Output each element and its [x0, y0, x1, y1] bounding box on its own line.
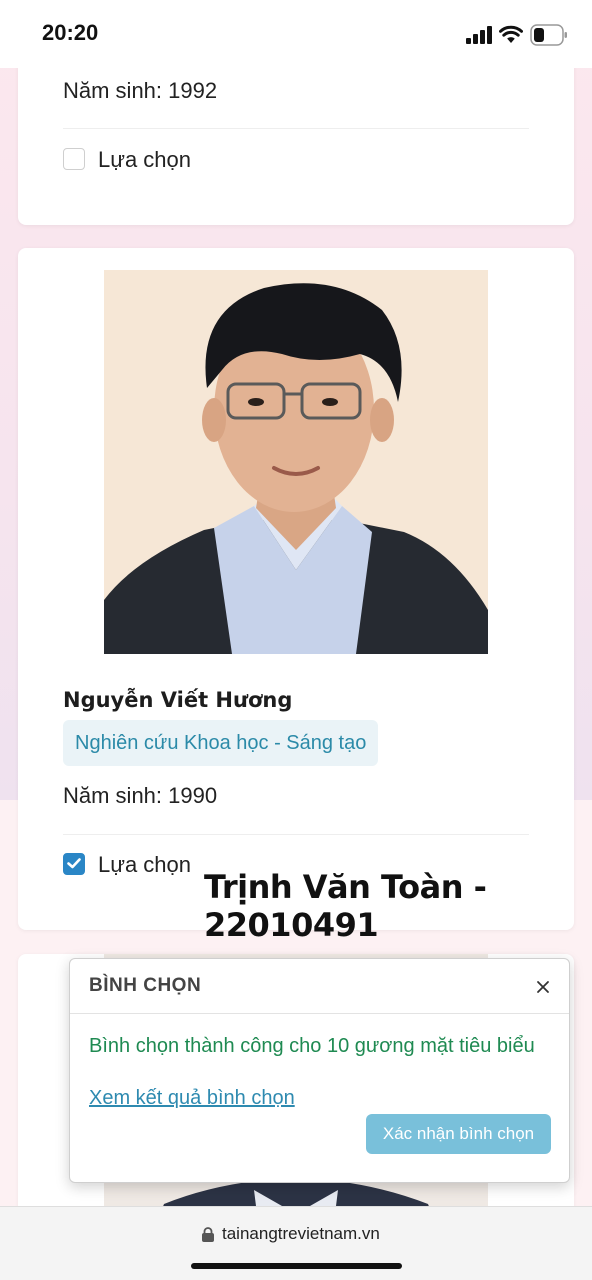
- close-icon[interactable]: [533, 977, 553, 997]
- battery-icon: [530, 24, 567, 46]
- wifi-icon: [499, 25, 523, 43]
- cellular-signal-icon: [466, 26, 492, 44]
- select-checkbox[interactable]: [63, 148, 85, 170]
- candidate-photo: [104, 270, 488, 654]
- birth-year: Năm sinh: 1990: [63, 783, 218, 808]
- select-checkbox-label[interactable]: Lựa chọn: [98, 852, 191, 878]
- status-bar: 20:20: [0, 0, 592, 68]
- confirm-vote-button[interactable]: Xác nhận bình chọn: [366, 1114, 551, 1154]
- divider: [63, 128, 529, 129]
- candidate-card: Nguyễn Viết Hương Nghiên cứu Khoa học - …: [18, 248, 574, 944]
- birth-year: Năm sinh: 1992: [63, 78, 218, 103]
- modal-header: BÌNH CHỌN: [70, 959, 569, 1014]
- modal-title: BÌNH CHỌN: [89, 975, 202, 996]
- candidate-name: Nguyễn Viết Hương: [63, 688, 293, 712]
- vote-modal: BÌNH CHỌN Bình chọn thành công cho 10 gư…: [69, 958, 570, 1183]
- home-indicator[interactable]: [191, 1263, 402, 1269]
- overlay-caption: Trịnh Văn Toàn - 22010491: [204, 868, 487, 944]
- browser-address-bar[interactable]: tainangtrevietnam.vn: [0, 1206, 592, 1280]
- category-tag: Nghiên cứu Khoa học - Sáng tạo: [63, 720, 379, 766]
- success-message: Bình chọn thành công cho 10 gương mặt ti…: [89, 1035, 535, 1057]
- divider: [63, 834, 529, 835]
- view-results-link[interactable]: Xem kết quả bình chọn: [89, 1087, 295, 1110]
- checkmark-icon: [67, 858, 81, 869]
- status-time: 20:20: [42, 20, 99, 45]
- select-checkbox[interactable]: [63, 853, 85, 875]
- select-checkbox-label[interactable]: Lựa chọn: [98, 147, 191, 173]
- page-url[interactable]: tainangtrevietnam.vn: [222, 1224, 380, 1244]
- lock-icon: [202, 1227, 214, 1242]
